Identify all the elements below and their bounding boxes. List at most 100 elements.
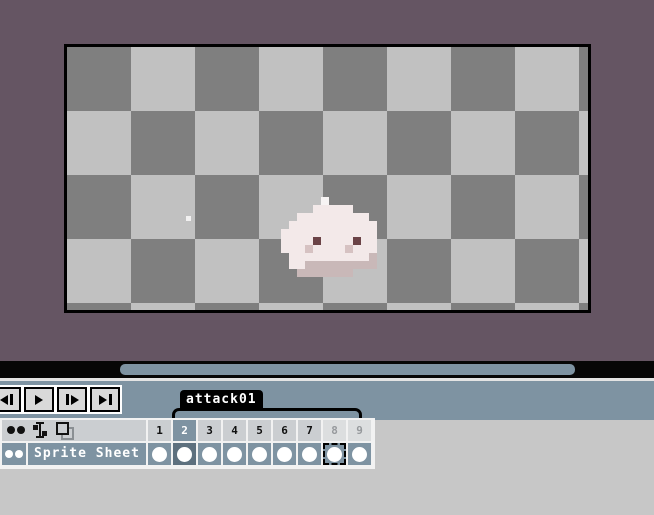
sprite-pixel (297, 237, 305, 245)
cel-frame-3[interactable] (198, 443, 221, 465)
frame-header-9[interactable]: 9 (348, 420, 371, 441)
timeline-panel: attack01 123456789 (0, 381, 654, 515)
sprite-pixel (313, 245, 321, 253)
frame-header-5[interactable]: 5 (248, 420, 271, 441)
sprite-pixel (297, 245, 305, 253)
sprite-pixel (361, 253, 369, 261)
sprite-pixel (313, 261, 321, 269)
cel-frame-8[interactable] (323, 443, 346, 465)
sprite-pixel (345, 229, 353, 237)
blob-sprite (281, 197, 377, 277)
sprite-pixel (281, 229, 289, 237)
sprite-pixel (321, 197, 329, 205)
sprite-pixel (337, 237, 345, 245)
playback-controls (0, 387, 120, 412)
eye-dot-icon (5, 450, 13, 458)
go-to-first-frame-button[interactable] (0, 387, 21, 412)
frame-header-7[interactable]: 7 (298, 420, 321, 441)
sprite-pixel (337, 245, 345, 253)
frame-header-8[interactable]: 8 (323, 420, 346, 441)
cel-content-dot (352, 447, 367, 462)
sprite-pixel (369, 245, 377, 253)
sprite-pixel (369, 229, 377, 237)
bar-icon (109, 394, 112, 405)
timeline-settings-icon[interactable] (32, 422, 48, 438)
sprite-pixel (297, 221, 305, 229)
frame-header-4[interactable]: 4 (223, 420, 246, 441)
bar-icon (66, 394, 69, 405)
onion-skin-dots-icon[interactable] (7, 426, 25, 434)
sprite-pixel (361, 221, 369, 229)
horizontal-scrollbar-thumb[interactable] (120, 364, 575, 375)
cel-frame-1[interactable] (148, 443, 171, 465)
cel-frame-4[interactable] (223, 443, 246, 465)
sprite-editor-window: attack01 123456789 (0, 0, 654, 515)
sprite-pixel (305, 269, 313, 277)
sprite-pixel (289, 261, 297, 269)
sprite-pixel (305, 261, 313, 269)
sprite-pixel (289, 229, 297, 237)
sprite-pixel (345, 221, 353, 229)
sprite-pixel (329, 245, 337, 253)
frame-header-6[interactable]: 6 (273, 420, 296, 441)
layer-visibility-toggle[interactable] (2, 443, 26, 465)
bar-icon (10, 394, 13, 405)
cel-frame-6[interactable] (273, 443, 296, 465)
sprite-pixel (345, 245, 353, 253)
sprite-pixel (305, 221, 313, 229)
sprite-pixel (281, 237, 289, 245)
tri-left-icon (0, 395, 8, 405)
stray-pixel (186, 216, 191, 221)
frame-header-3[interactable]: 3 (198, 420, 221, 441)
sprite-pixel (313, 229, 321, 237)
cel-content-dot (252, 447, 267, 462)
sprite-pixel (289, 237, 297, 245)
timeline-header-leftbox (2, 420, 146, 441)
cel-content-dot (327, 447, 342, 462)
sprite-pixel (345, 269, 353, 277)
step-forward-button[interactable] (57, 387, 87, 412)
sprite-pixel (361, 261, 369, 269)
dot-icon (7, 426, 15, 434)
sprite-pixel (337, 213, 345, 221)
cel-content-dot (277, 447, 292, 462)
sprite-pixel (321, 221, 329, 229)
sprite-pixel (337, 253, 345, 261)
layer-name[interactable]: Sprite Sheet (28, 443, 146, 465)
sprite-pixel (329, 213, 337, 221)
sprite-pixel (361, 245, 369, 253)
cel-content-dot (152, 447, 167, 462)
frame-header-2[interactable]: 2 (173, 420, 196, 441)
sprite-pixel (369, 221, 377, 229)
sprite-pixel (313, 269, 321, 277)
tri-right-icon (35, 395, 43, 405)
sprite-pixel (305, 237, 313, 245)
sprite-pixel (321, 261, 329, 269)
horizontal-scrollbar-track[interactable] (0, 361, 654, 378)
sprite-pixel (353, 261, 361, 269)
frame-header-1[interactable]: 1 (148, 420, 171, 441)
sprite-pixel (337, 221, 345, 229)
sprite-pixel (313, 221, 321, 229)
cel-frame-9[interactable] (348, 443, 371, 465)
sprite-canvas[interactable] (64, 44, 591, 313)
overlapping-frames-icon[interactable] (56, 422, 72, 438)
sprite-pixel (353, 221, 361, 229)
tri-right-icon (71, 395, 79, 405)
sprite-pixel (297, 261, 305, 269)
dot-icon (17, 426, 25, 434)
animation-tag[interactable]: attack01 (180, 390, 263, 409)
cel-frame-2[interactable] (173, 443, 196, 465)
sprite-pixel (297, 253, 305, 261)
sprite-pixel (329, 229, 337, 237)
sprite-pixel (353, 237, 361, 245)
sprite-pixel (313, 237, 321, 245)
cel-frame-5[interactable] (248, 443, 271, 465)
sprite-pixel (297, 269, 305, 277)
sprite-pixel (321, 213, 329, 221)
cel-frame-7[interactable] (298, 443, 321, 465)
sprite-pixel (337, 205, 345, 213)
go-to-last-frame-button[interactable] (90, 387, 120, 412)
sprite-pixel (369, 253, 377, 261)
play-button[interactable] (24, 387, 54, 412)
